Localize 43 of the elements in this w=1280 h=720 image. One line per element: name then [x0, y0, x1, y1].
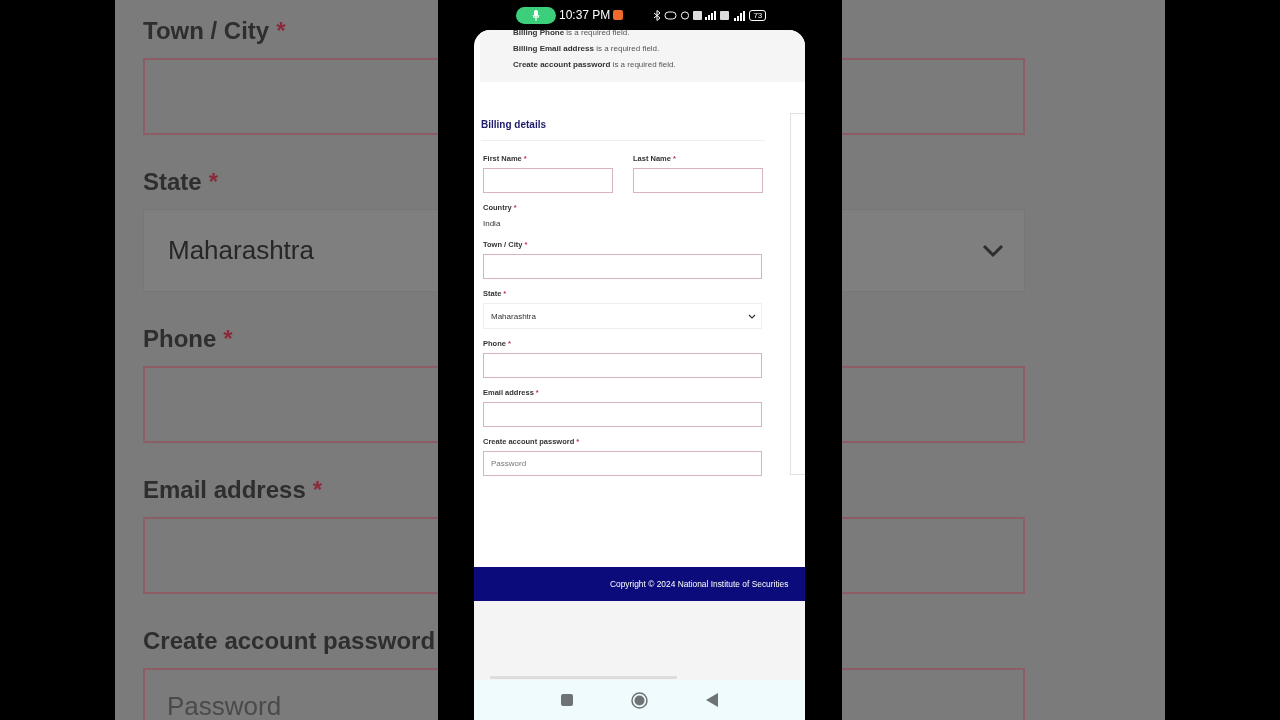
back-button[interactable] — [706, 693, 718, 707]
recents-button[interactable] — [561, 694, 573, 706]
select-value: Maharashtra — [168, 235, 314, 266]
bluetooth-icon — [653, 9, 662, 21]
text-field[interactable] — [483, 254, 762, 279]
text-field[interactable] — [633, 168, 763, 193]
microphone-icon — [516, 6, 556, 24]
chevron-down-icon — [982, 243, 1004, 258]
state-select[interactable]: Maharashtra — [143, 209, 438, 292]
required-marker: * — [276, 16, 286, 46]
field-label: Email address — [143, 475, 306, 505]
text-field[interactable] — [842, 366, 1025, 443]
text-field[interactable] — [483, 168, 613, 193]
text-field[interactable] — [842, 517, 1025, 594]
clock-time: 10:37 PM — [559, 8, 611, 22]
text-field[interactable] — [483, 353, 762, 378]
battery-level: 73 — [749, 9, 767, 21]
text-field[interactable] — [483, 402, 762, 427]
text-field[interactable] — [143, 366, 438, 443]
text-field[interactable] — [143, 58, 438, 135]
field-label: Town / City — [143, 16, 270, 46]
country-value: India — [483, 218, 501, 230]
signal-icon — [705, 10, 718, 20]
error-message: Billing Email address is a required field. — [513, 43, 660, 55]
error-message: Billing Phone is a required field. — [513, 30, 630, 39]
app-notification-icon — [613, 10, 624, 20]
state-select[interactable] — [842, 209, 1025, 292]
field-label: State — [143, 167, 202, 197]
text-field[interactable] — [842, 58, 1025, 135]
state-select[interactable]: Maharashtra — [483, 303, 762, 329]
required-marker: * — [223, 324, 233, 354]
required-marker: * — [312, 475, 323, 505]
field-label: Create account password — [143, 626, 436, 656]
required-marker: * — [208, 167, 219, 197]
home-button[interactable] — [631, 691, 648, 709]
copyright-text: Copyright © 2024 National Institute of Securities — [610, 579, 789, 589]
error-message: Create account password is a required field. — [513, 59, 676, 71]
field-label: Phone — [143, 324, 217, 354]
signal-icon — [732, 9, 747, 21]
text-field[interactable]: Password — [483, 451, 762, 476]
chevron-down-icon — [748, 313, 756, 319]
section-title: Billing details — [481, 119, 765, 141]
text-field[interactable] — [143, 517, 438, 594]
